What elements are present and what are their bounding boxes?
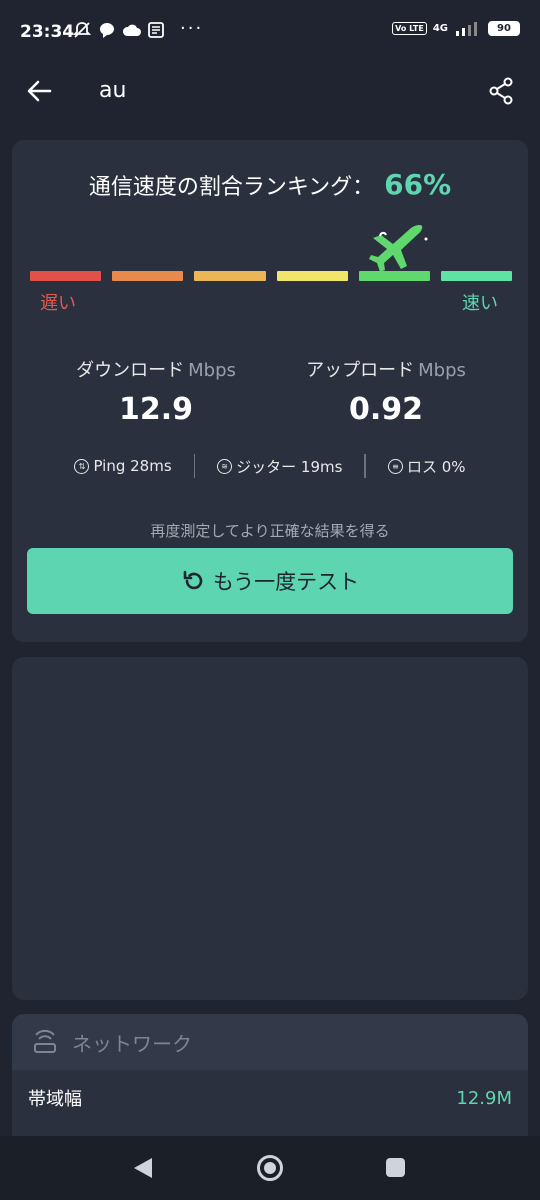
bandwidth-label: 帯域幅	[28, 1089, 82, 1110]
slow-label: 遅い	[40, 293, 76, 314]
retest-button[interactable]: もう一度テスト	[27, 548, 513, 614]
jitter-stat: ≋ ジッター 19ms	[195, 456, 364, 477]
ranking-percent: 66%	[384, 168, 452, 201]
download-label: ダウンロード	[76, 360, 185, 381]
network-title: ネットワーク	[72, 1031, 192, 1056]
app-bar: au	[0, 64, 540, 124]
rank-segment-3	[194, 271, 266, 281]
jitter-value: ジッター 19ms	[236, 457, 343, 476]
network-card: ネットワーク 帯域幅 12.9M	[12, 1014, 528, 1136]
nav-back-icon[interactable]	[132, 1156, 154, 1180]
rank-segment-6	[440, 271, 513, 281]
jitter-icon: ≋	[217, 458, 233, 474]
status-bar: 23:34 ··· Vo LTE 4G 90	[0, 0, 540, 64]
system-icons: Vo LTE 4G 90	[392, 20, 520, 36]
system-nav-bar	[0, 1136, 540, 1200]
download-metric: ダウンロード Mbps 12.9	[36, 356, 276, 427]
status-time: 23:34	[20, 22, 75, 42]
back-arrow-icon[interactable]	[24, 76, 54, 106]
cloud-icon	[122, 24, 141, 36]
battery-level: 90	[490, 22, 518, 34]
download-value: 12.9	[118, 392, 194, 427]
bandwidth-value: 12.9M	[456, 1087, 512, 1109]
upload-value: 0.92	[348, 392, 424, 427]
ping-icon: ⇅	[74, 458, 90, 474]
upload-unit: Mbps	[418, 360, 466, 381]
ranking-line: 通信速度の割合ランキング： 66%	[12, 168, 528, 201]
download-unit: Mbps	[188, 360, 236, 381]
speed-rank-bar	[30, 271, 513, 281]
loss-value: ロス 0%	[406, 457, 466, 476]
battery-icon: 90	[488, 20, 520, 36]
rank-segment-2	[112, 271, 184, 281]
ranking-label: 通信速度の割合ランキング：	[88, 175, 375, 200]
notification-icons	[72, 20, 164, 40]
loss-stat: ≡ ロス 0%	[366, 456, 488, 477]
share-icon[interactable]	[486, 76, 516, 106]
news-icon	[148, 22, 164, 38]
retest-button-label: もう一度テスト	[212, 570, 360, 594]
content-card	[12, 657, 528, 1000]
page-title: au	[99, 78, 127, 103]
rank-segment-1	[30, 271, 102, 281]
retest-hint: 再度測定してより正確な結果を得る	[150, 522, 390, 540]
fast-label: 速い	[462, 293, 498, 314]
mute-icon	[72, 22, 92, 38]
nav-home-icon[interactable]	[257, 1155, 283, 1181]
airplane-icon	[369, 224, 428, 272]
bandwidth-row: 帯域幅 12.9M	[12, 1070, 528, 1126]
volte-icon: Vo LTE	[392, 21, 427, 35]
upload-label: アップロード	[306, 360, 415, 381]
more-notifications-icon: ···	[180, 18, 204, 39]
nav-recents-icon[interactable]	[386, 1158, 405, 1177]
refresh-icon	[183, 570, 203, 590]
router-icon	[34, 1029, 56, 1053]
upload-metric: アップロード Mbps 0.92	[266, 356, 506, 427]
result-card: 通信速度の割合ランキング： 66% 遅い 速い ダウンロード Mbps 12.9 ア…	[12, 140, 528, 642]
ping-value: Ping 28ms	[93, 457, 172, 475]
stats-row: ⇅ Ping 28ms ≋ ジッター 19ms ≡ ロス 0%	[12, 453, 528, 479]
network-type: 4G	[432, 22, 448, 34]
rank-segment-4	[276, 271, 348, 281]
network-header: ネットワーク	[12, 1014, 528, 1070]
rank-segment-5	[358, 271, 430, 281]
signal-icon	[456, 22, 477, 36]
ping-stat: ⇅ Ping 28ms	[52, 457, 193, 475]
chat-icon	[100, 23, 114, 38]
loss-icon: ≡	[387, 458, 403, 474]
